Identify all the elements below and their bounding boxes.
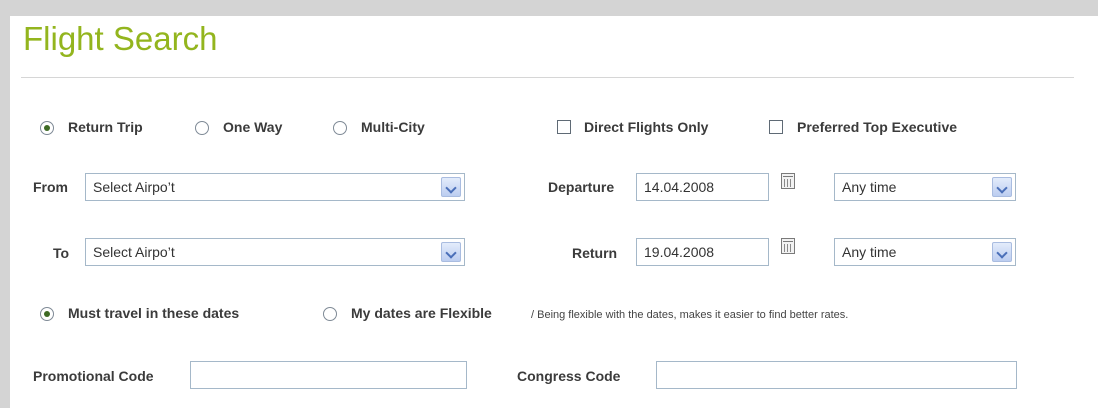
congress-code-label: Congress Code [517,368,621,384]
title-divider [21,77,1074,78]
chevron-down-icon[interactable] [992,177,1012,197]
preferred-top-executive-label[interactable]: Preferred Top Executive [797,119,957,135]
calendar-icon[interactable] [781,238,795,254]
must-travel-radio[interactable] [40,307,54,321]
congress-code-field[interactable] [656,361,1017,389]
from-airport-select[interactable]: Select Airpo’t [85,173,465,201]
chevron-down-icon[interactable] [441,177,461,197]
return-date-value: 19.04.2008 [644,244,715,260]
multi-city-label[interactable]: Multi-City [361,119,425,135]
promotional-code-field[interactable] [190,361,467,389]
page-title: Flight Search [23,20,218,57]
return-trip-label[interactable]: Return Trip [68,119,143,135]
one-way-radio[interactable] [195,121,209,135]
to-airport-value: Select Airpo’t [93,244,175,260]
departure-time-value: Any time [842,179,897,195]
one-way-label[interactable]: One Way [223,119,282,135]
from-label: From [33,179,68,195]
return-time-select[interactable]: Any time [834,238,1016,266]
calendar-icon[interactable] [781,173,795,189]
must-travel-label[interactable]: Must travel in these dates [68,305,239,321]
direct-flights-checkbox[interactable] [557,120,571,134]
departure-date-field[interactable]: 14.04.2008 [636,173,769,201]
from-airport-value: Select Airpo’t [93,179,175,195]
departure-date-value: 14.04.2008 [644,179,715,195]
departure-time-select[interactable]: Any time [834,173,1016,201]
flight-search-panel [10,16,1098,408]
return-time-value: Any time [842,244,897,260]
flexible-dates-note: / Being flexible with the dates, makes i… [531,309,849,321]
multi-city-radio[interactable] [333,121,347,135]
top-border [0,0,1098,16]
preferred-top-executive-checkbox[interactable] [769,120,783,134]
flexible-dates-radio[interactable] [323,307,337,321]
chevron-down-icon[interactable] [441,242,461,262]
chevron-down-icon[interactable] [992,242,1012,262]
return-label: Return [572,245,618,261]
return-date-field[interactable]: 19.04.2008 [636,238,769,266]
departure-label: Departure [548,179,615,195]
return-trip-radio[interactable] [40,121,54,135]
direct-flights-label[interactable]: Direct Flights Only [584,119,708,135]
left-border [0,0,10,408]
to-label: To [53,245,70,261]
promotional-code-label: Promotional Code [33,368,154,384]
flexible-dates-label[interactable]: My dates are Flexible [351,305,492,321]
to-airport-select[interactable]: Select Airpo’t [85,238,465,266]
